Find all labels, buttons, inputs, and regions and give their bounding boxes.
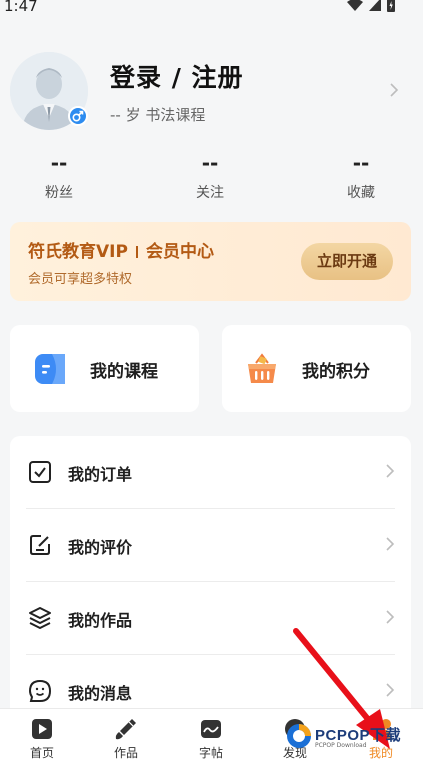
menu-label: 我的评价 <box>68 538 133 557</box>
vip-brand: 符氏教育VIP <box>28 242 128 262</box>
tab-label: 首页 <box>29 746 54 760</box>
copybook-icon <box>201 720 221 738</box>
login-register-title[interactable]: 登录 / 注册 <box>110 58 244 94</box>
stat-label: 收藏 <box>347 185 375 201</box>
stat-label: 关注 <box>196 185 224 201</box>
chevron-right-icon <box>386 537 395 551</box>
chevron-right-icon <box>390 83 399 97</box>
tab-works[interactable]: 作品 <box>84 709 168 768</box>
signal-icon <box>369 0 381 11</box>
vip-open-button[interactable]: 立即开通 <box>301 243 393 280</box>
menu-label: 我的消息 <box>68 684 133 703</box>
points-basket-icon <box>248 353 276 383</box>
status-icons <box>347 0 395 12</box>
vip-center: 会员中心 <box>145 242 214 262</box>
works-layers-icon <box>29 607 51 629</box>
tab-copybook[interactable]: 字帖 <box>169 709 253 768</box>
stat-following[interactable]: -- 关注 <box>170 150 250 202</box>
stats-row: -- 粉丝 -- 关注 -- 收藏 <box>0 150 423 210</box>
status-bar: 1:47 <box>0 0 423 18</box>
watermark-sub: PCPOP Download <box>315 742 367 749</box>
message-smile-icon <box>28 679 52 702</box>
status-time: 1:47 <box>4 0 38 15</box>
tab-home[interactable]: 首页 <box>0 709 84 768</box>
stat-label: 粉丝 <box>45 185 73 201</box>
wifi-icon <box>347 0 363 11</box>
stat-value: -- <box>50 151 68 175</box>
stat-value: -- <box>201 151 219 175</box>
watermark-logo: PCPOP下载 PCPOP Download <box>285 718 417 758</box>
stat-fans[interactable]: -- 粉丝 <box>19 150 99 202</box>
tab-label: 字帖 <box>198 746 223 760</box>
my-points-label: 我的积分 <box>302 362 370 382</box>
review-edit-icon <box>30 535 50 555</box>
my-courses-label: 我的课程 <box>90 362 158 382</box>
vip-title: 符氏教育VIP 会员中心 <box>28 237 214 262</box>
chevron-right-icon <box>386 464 395 478</box>
pcpop-logo-icon <box>287 724 311 748</box>
my-courses-card[interactable]: 我的课程 <box>10 325 199 412</box>
vip-card[interactable]: 符氏教育VIP 会员中心 会员可享超多特权 立即开通 <box>10 222 411 301</box>
battery-icon <box>387 0 395 12</box>
menu-item-reviews[interactable]: 我的评价 <box>10 509 411 582</box>
chevron-right-icon <box>386 610 395 624</box>
gender-badge <box>68 106 88 126</box>
brush-icon <box>115 719 136 740</box>
profile-header[interactable]: 登录 / 注册 -- 岁 书法课程 <box>10 52 413 132</box>
menu-label: 我的作品 <box>68 611 133 630</box>
course-icon <box>35 354 65 384</box>
home-play-icon <box>32 719 52 739</box>
my-points-card[interactable]: 我的积分 <box>222 325 411 412</box>
menu-label: 我的订单 <box>68 465 133 484</box>
order-check-icon <box>29 461 51 483</box>
vip-subtitle: 会员可享超多特权 <box>28 272 133 287</box>
male-icon <box>72 110 84 122</box>
stat-value: -- <box>352 151 370 175</box>
tab-label: 作品 <box>113 746 138 760</box>
vip-divider <box>135 246 138 258</box>
menu-item-orders[interactable]: 我的订单 <box>10 436 411 509</box>
profile-subtitle: -- 岁 书法课程 <box>110 106 206 124</box>
stat-favorites[interactable]: -- 收藏 <box>321 150 401 202</box>
